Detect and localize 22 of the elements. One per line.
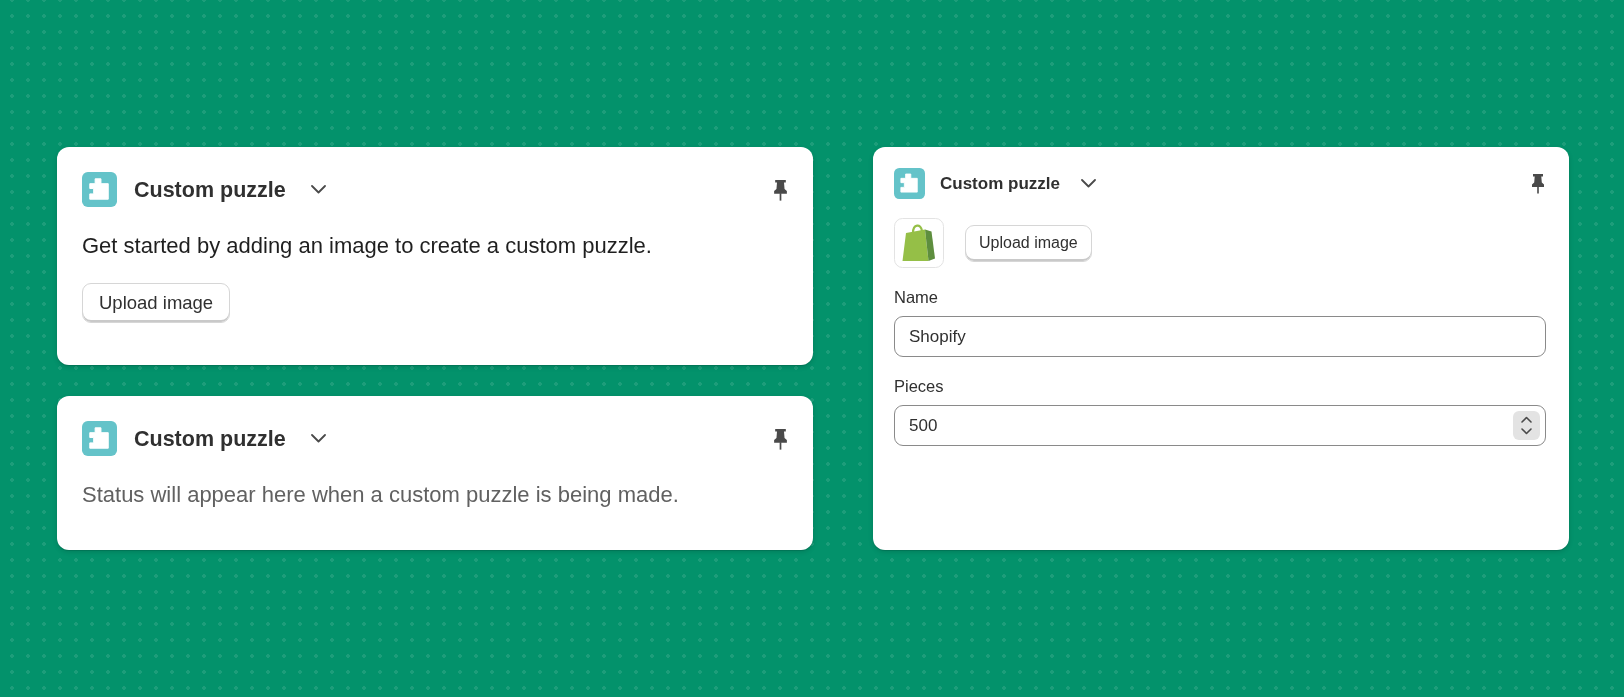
field-label: Name <box>894 287 939 307</box>
number-field[interactable]: 500 <box>894 405 1546 446</box>
text-field[interactable]: Shopify <box>894 316 1546 357</box>
stepper-icon[interactable] <box>1513 411 1540 440</box>
chevron-down-icon[interactable] <box>310 434 326 443</box>
card-title: Custom puzzle <box>134 176 286 203</box>
puzzle-piece-icon <box>82 172 117 207</box>
status-text: Status will appear here when a custom puzzle is being made. <box>82 482 680 508</box>
puzzle-piece-icon <box>894 168 925 199</box>
shopping-bag-icon <box>894 218 944 268</box>
card-title: Custom puzzle <box>134 425 286 452</box>
puzzle-piece-icon <box>82 421 117 456</box>
card-title: Custom puzzle <box>940 173 1060 194</box>
card-description: Get started by adding an image to create a custom puzzle. <box>82 233 653 259</box>
pin-icon[interactable] <box>1530 173 1546 194</box>
field-label: Pieces <box>894 376 945 396</box>
pin-icon[interactable] <box>772 427 789 450</box>
pin-icon[interactable] <box>772 178 789 201</box>
chevron-down-icon[interactable] <box>1080 179 1096 188</box>
upload-button[interactable]: Upload image <box>82 283 231 323</box>
upload-button[interactable]: Upload image <box>965 224 1092 262</box>
chevron-down-icon[interactable] <box>310 185 326 194</box>
